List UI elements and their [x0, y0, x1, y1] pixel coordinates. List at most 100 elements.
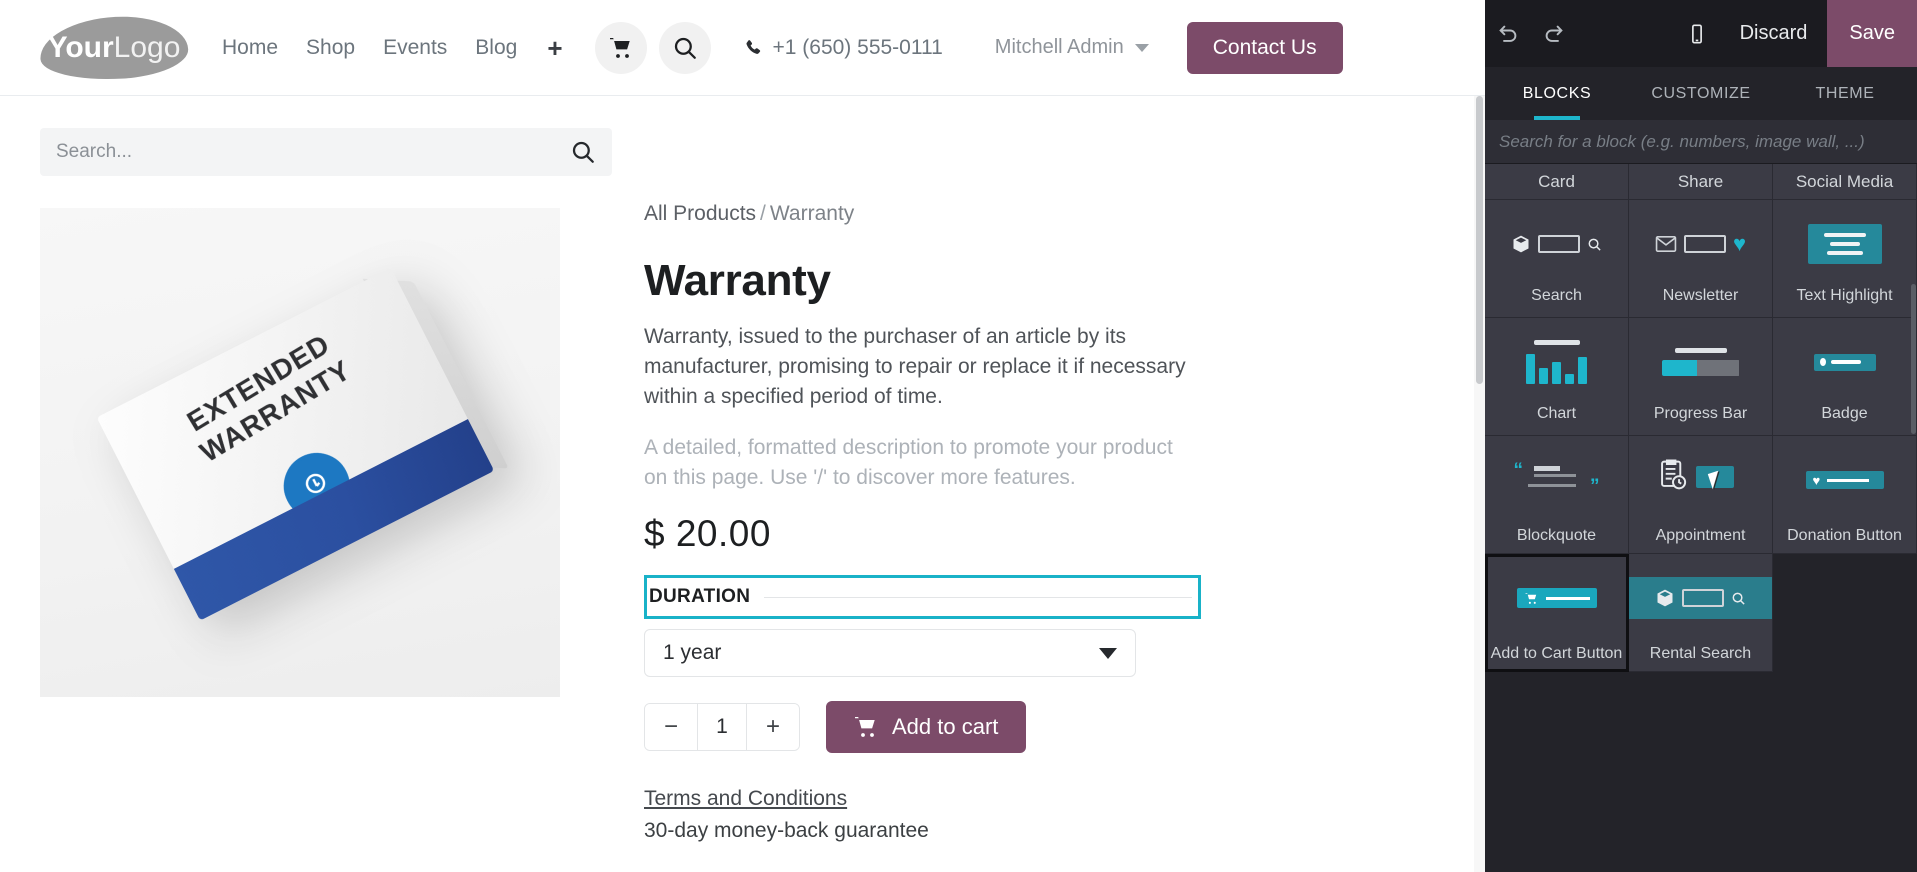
- block-thumb-donation-button: ♥: [1773, 450, 1916, 510]
- block-tile-search[interactable]: Search: [1485, 200, 1629, 318]
- guarantee-text: 30-day money-back guarantee: [644, 819, 929, 843]
- line: [1533, 466, 1560, 471]
- block-tile-add-to-cart-button[interactable]: Add to Cart Button: [1485, 554, 1629, 672]
- product-search-box[interactable]: [40, 128, 612, 176]
- quantity-value[interactable]: 1: [697, 704, 747, 751]
- input-rect-icon: [1538, 235, 1580, 253]
- site-logo[interactable]: YourLogo: [38, 12, 190, 83]
- nav-item-shop[interactable]: Shop: [306, 36, 355, 60]
- quantity-decrease-button[interactable]: −: [645, 704, 697, 751]
- add-to-cart-button[interactable]: Add to cart: [826, 701, 1027, 754]
- block-tile-appointment[interactable]: Appointment: [1629, 436, 1773, 554]
- undo-icon: [1496, 22, 1520, 46]
- quantity-increase-button[interactable]: +: [747, 704, 799, 751]
- product-image[interactable]: EXTENDED WARRANTY: [40, 208, 560, 697]
- header-search-button[interactable]: [658, 21, 711, 74]
- block-label: Donation Button: [1787, 527, 1902, 545]
- tab-theme[interactable]: THEME: [1773, 67, 1917, 120]
- block-grid-empty-cell: [1773, 554, 1917, 672]
- block-thumb-add-to-cart-button: [1485, 568, 1628, 628]
- logo-text-light: Logo: [113, 30, 181, 64]
- quantity-stepper: − 1 +: [644, 703, 800, 752]
- redo-button[interactable]: [1531, 0, 1577, 67]
- variant-attribute-block[interactable]: DURATION: [644, 575, 1201, 620]
- block-label: Search: [1531, 287, 1582, 305]
- line: [1527, 484, 1576, 487]
- line: [1829, 242, 1860, 246]
- block-label: Add to Cart Button: [1490, 645, 1623, 663]
- product-price: $ 20.00: [644, 513, 771, 555]
- block-thumb-text-highlight: [1773, 214, 1916, 274]
- block-tile-progress-bar[interactable]: Progress Bar: [1629, 318, 1773, 436]
- block-tile-donation-button[interactable]: ♥ Donation Button: [1773, 436, 1917, 554]
- contact-us-button[interactable]: Contact Us: [1186, 21, 1343, 74]
- website-scrollbar-thumb[interactable]: [1476, 96, 1483, 384]
- save-button[interactable]: Save: [1827, 0, 1917, 67]
- logo-text-bold: Your: [47, 30, 114, 64]
- block-tile-blockquote[interactable]: “ ” Blockquote: [1485, 436, 1629, 554]
- block-label: Newsletter: [1662, 287, 1739, 305]
- mobile-preview-button[interactable]: [1674, 0, 1720, 67]
- tab-blocks[interactable]: BLOCKS: [1485, 67, 1629, 120]
- search-icon[interactable]: [570, 139, 596, 165]
- block-label: Badge: [1821, 405, 1868, 423]
- nav-item-home[interactable]: Home: [222, 36, 278, 60]
- text-highlight-icon: [1807, 224, 1882, 264]
- nav-item-blog[interactable]: Blog: [475, 36, 517, 60]
- block-label: Progress Bar: [1653, 405, 1748, 423]
- block-tile-newsletter[interactable]: ♥ Newsletter: [1629, 200, 1773, 318]
- blocks-grid: Card Share Social Media Search ♥ Newslet…: [1485, 164, 1917, 672]
- envelope-icon: [1655, 235, 1677, 253]
- duration-select[interactable]: 1 year: [644, 629, 1136, 678]
- block-label: Rental Search: [1649, 645, 1752, 663]
- bar: [1565, 374, 1574, 384]
- input-rect-icon: [1683, 235, 1726, 253]
- undo-button[interactable]: [1485, 0, 1531, 67]
- phone-number: +1 (650) 555-0111: [772, 35, 943, 59]
- breadcrumb: All Products / Warranty: [644, 202, 1445, 226]
- website-editor-panel: Discard Save BLOCKS CUSTOMIZE THEME Card…: [1485, 0, 1917, 872]
- block-tile-chart[interactable]: Chart: [1485, 318, 1629, 436]
- nav-item-events[interactable]: Events: [383, 36, 447, 60]
- block-label: Appointment: [1655, 527, 1746, 545]
- redo-icon: [1542, 22, 1566, 46]
- cart-icon: [609, 36, 633, 60]
- site-header: YourLogo Home Shop Events Blog + +1 (650…: [0, 0, 1485, 96]
- block-category-share: Share: [1629, 164, 1773, 200]
- heart-icon: ♥: [1732, 231, 1747, 256]
- cart-button[interactable]: [594, 21, 647, 74]
- block-tile-rental-search[interactable]: Rental Search: [1629, 554, 1773, 672]
- block-search-input[interactable]: [1499, 131, 1903, 152]
- bar: [1526, 354, 1535, 384]
- product-details-column: All Products / Warranty Warranty Warranty,…: [612, 96, 1445, 843]
- warranty-box-graphic: EXTENDED WARRANTY: [96, 267, 509, 638]
- blocks-scrollbar-thumb[interactable]: [1911, 284, 1916, 434]
- caption-line: [1533, 340, 1580, 345]
- phone-link[interactable]: +1 (650) 555-0111: [743, 36, 943, 60]
- progress-remainder: [1696, 360, 1740, 376]
- website-scrollbar[interactable]: [1474, 96, 1485, 872]
- product-description[interactable]: Warranty, issued to the purchaser of an …: [644, 322, 1189, 411]
- tab-customize[interactable]: CUSTOMIZE: [1629, 67, 1773, 120]
- add-to-cart-label: Add to cart: [892, 714, 999, 740]
- bar: [1552, 362, 1561, 384]
- add-to-cart-icon: [1516, 588, 1597, 608]
- caption-line: [1674, 348, 1727, 353]
- discard-button[interactable]: Discard: [1720, 0, 1828, 67]
- product-description-placeholder[interactable]: A detailed, formatted description to pro…: [644, 433, 1189, 493]
- block-tile-badge[interactable]: Badge: [1773, 318, 1917, 436]
- blocks-scroll-area[interactable]: Card Share Social Media Search ♥ Newslet…: [1485, 164, 1917, 872]
- badge-line: [1830, 360, 1861, 364]
- user-menu[interactable]: Mitchell Admin: [995, 36, 1149, 59]
- search-input[interactable]: [56, 141, 570, 163]
- block-tile-text-highlight[interactable]: Text Highlight: [1773, 200, 1917, 318]
- block-search-box[interactable]: [1485, 120, 1917, 164]
- nav-add-page-button[interactable]: +: [545, 35, 564, 61]
- cube-icon: [1511, 234, 1531, 254]
- clipboard-clock-icon: [1658, 458, 1688, 492]
- site-body: EXTENDED WARRANTY: [0, 96, 1485, 843]
- page-title: Warranty: [644, 256, 831, 305]
- breadcrumb-all-products[interactable]: All Products: [644, 202, 756, 225]
- progress-track: [1661, 360, 1740, 376]
- terms-and-conditions-link[interactable]: Terms and Conditions: [644, 787, 847, 811]
